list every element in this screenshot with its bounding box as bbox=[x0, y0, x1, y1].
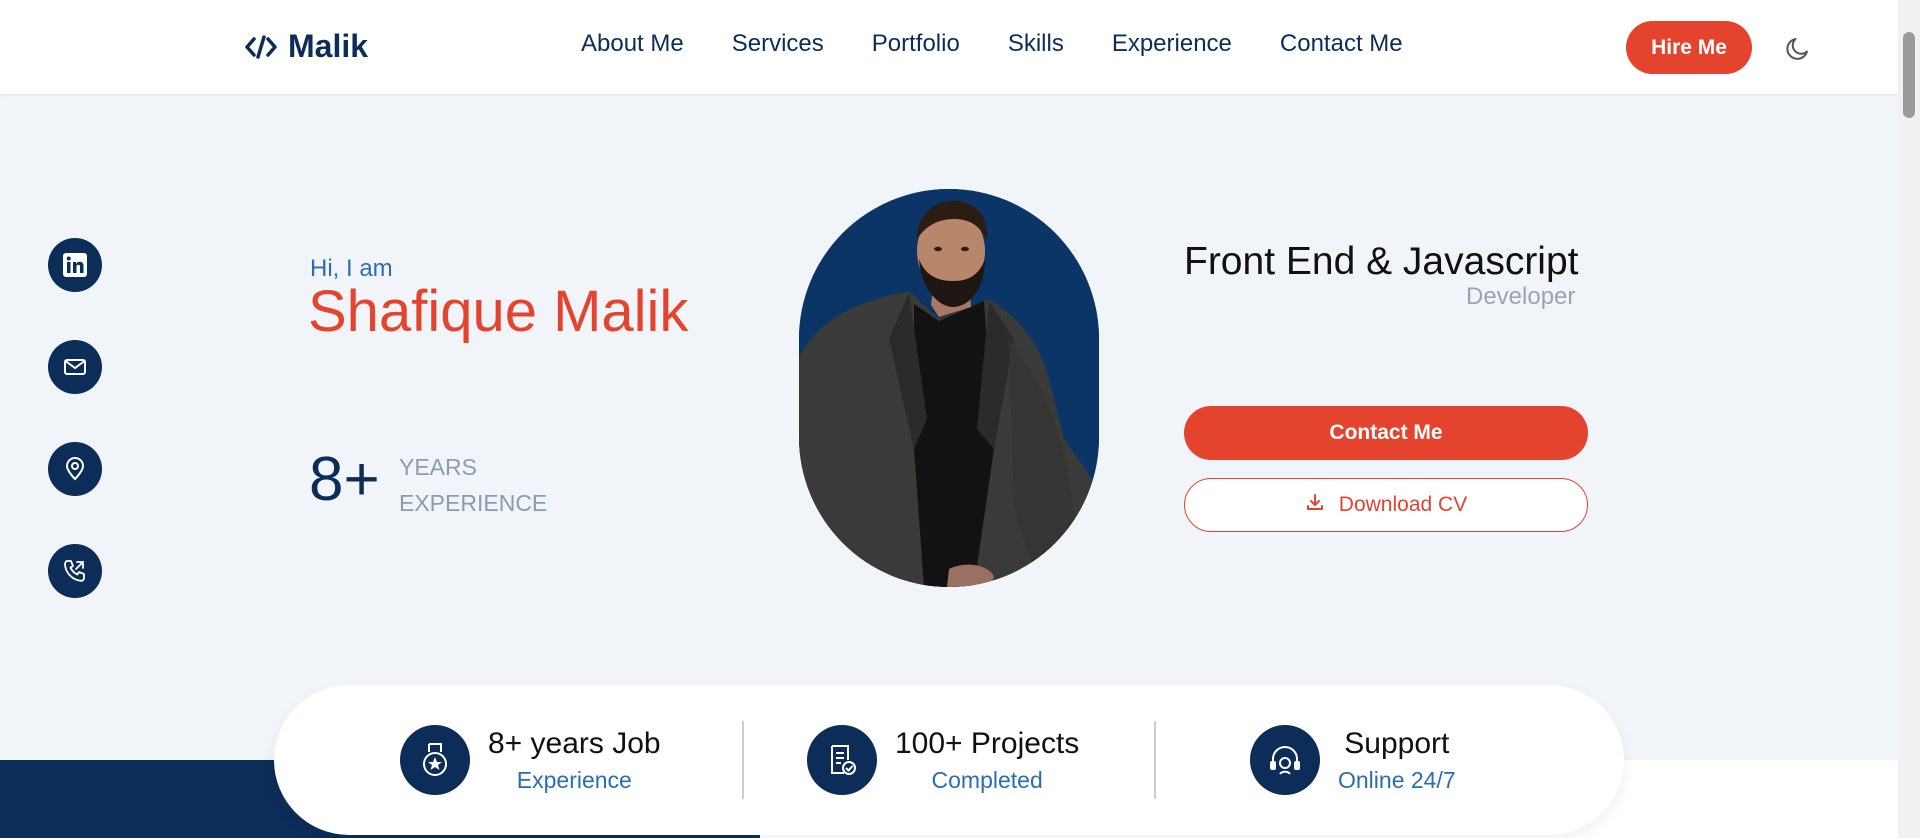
linkedin-icon[interactable] bbox=[48, 238, 102, 292]
medal-icon bbox=[400, 725, 470, 795]
stat-title: 100+ Projects bbox=[895, 726, 1080, 760]
nav-about-me[interactable]: About Me bbox=[581, 30, 684, 58]
code-icon bbox=[244, 30, 278, 64]
stats-card: 8+ years Job Experience 100+ Projects Co… bbox=[274, 685, 1624, 835]
profile-photo bbox=[799, 189, 1099, 587]
phone-icon[interactable] bbox=[48, 544, 102, 598]
site-header: Malik About Me Services Portfolio Skills… bbox=[0, 0, 1898, 94]
hire-me-button[interactable]: Hire Me bbox=[1626, 21, 1752, 74]
divider bbox=[1154, 721, 1156, 799]
experience-label-line1: YEARS bbox=[399, 454, 477, 480]
logo[interactable]: Malik bbox=[244, 28, 368, 65]
nav-contact-me[interactable]: Contact Me bbox=[1280, 30, 1403, 58]
experience-label-line2: EXPERIENCE bbox=[399, 490, 548, 516]
contact-me-button[interactable]: Contact Me bbox=[1184, 406, 1588, 460]
main-nav: About Me Services Portfolio Skills Exper… bbox=[581, 30, 1403, 58]
stat-subtitle: Experience bbox=[516, 766, 632, 793]
role-subtitle: Developer bbox=[1466, 283, 1576, 310]
stat-support: Support Online 24/7 bbox=[1250, 725, 1456, 795]
headset-icon bbox=[1250, 725, 1320, 795]
nav-experience[interactable]: Experience bbox=[1112, 30, 1232, 58]
stat-subtitle: Online 24/7 bbox=[1338, 766, 1456, 793]
hero-name: Shafique Malik bbox=[308, 279, 689, 344]
scrollbar-thumb[interactable] bbox=[1903, 32, 1915, 118]
document-check-icon bbox=[807, 725, 877, 795]
experience-label: YEARS EXPERIENCE bbox=[399, 449, 547, 521]
stat-projects: 100+ Projects Completed bbox=[807, 725, 1079, 795]
social-links bbox=[48, 238, 102, 598]
download-icon bbox=[1305, 492, 1325, 518]
download-cv-button[interactable]: Download CV bbox=[1184, 478, 1588, 532]
location-icon[interactable] bbox=[48, 442, 102, 496]
nav-skills[interactable]: Skills bbox=[1008, 30, 1064, 58]
stat-title: Support bbox=[1344, 726, 1450, 760]
experience-number: 8+ bbox=[309, 445, 380, 514]
stat-title: 8+ years Job bbox=[488, 726, 661, 760]
nav-portfolio[interactable]: Portfolio bbox=[872, 30, 960, 58]
logo-text: Malik bbox=[288, 28, 369, 64]
nav-services[interactable]: Services bbox=[732, 30, 824, 58]
stat-experience: 8+ years Job Experience bbox=[400, 725, 661, 795]
role-title: Front End & Javascript bbox=[1184, 240, 1579, 283]
download-cv-label: Download CV bbox=[1338, 493, 1468, 516]
scrollbar[interactable] bbox=[1898, 0, 1920, 838]
mail-icon[interactable] bbox=[48, 340, 102, 394]
moon-icon[interactable] bbox=[1782, 32, 1814, 64]
stat-subtitle: Completed bbox=[931, 766, 1043, 793]
divider bbox=[742, 721, 744, 799]
